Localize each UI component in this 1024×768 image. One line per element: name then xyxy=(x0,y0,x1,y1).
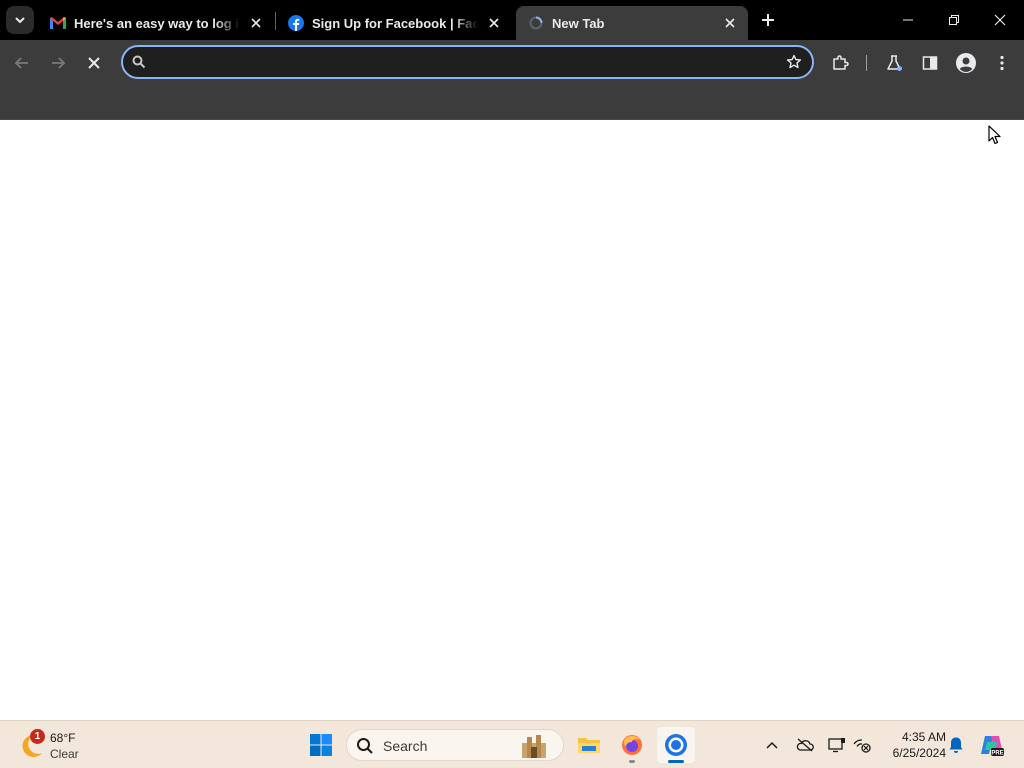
close-icon xyxy=(994,14,1006,26)
tab-title: New Tab xyxy=(552,15,605,31)
back-button[interactable] xyxy=(6,47,38,79)
chrome-taskbar-button[interactable] xyxy=(657,727,695,763)
windows-logo-icon xyxy=(310,734,332,756)
onedrive-icon xyxy=(796,738,814,752)
chevron-up-icon xyxy=(766,741,778,749)
notification-badge: 1 xyxy=(30,729,45,744)
file-explorer-taskbar-button[interactable] xyxy=(570,727,608,763)
taskbar: 1 68°F Clear Search 4:35 AM 6/25/2024 PR… xyxy=(0,720,1024,768)
svg-text:PRE: PRE xyxy=(991,751,1003,757)
clock-time: 4:35 AM xyxy=(901,730,946,744)
bookmarks-bar xyxy=(0,86,1024,120)
weather-condition: Clear xyxy=(50,747,79,761)
minimize-button[interactable] xyxy=(892,4,924,36)
arrow-right-icon xyxy=(52,57,66,69)
profile-button[interactable] xyxy=(950,47,982,79)
search-icon xyxy=(357,738,373,754)
network-icon xyxy=(853,739,871,753)
new-tab-button[interactable] xyxy=(756,8,780,32)
puzzle-icon xyxy=(833,55,849,70)
notification-bell-icon xyxy=(949,737,963,753)
onedrive-tray-button[interactable] xyxy=(793,733,817,757)
page-content xyxy=(0,121,1024,720)
firefox-icon xyxy=(622,735,642,755)
start-button[interactable] xyxy=(305,729,337,761)
side-panel-icon xyxy=(922,56,938,70)
menu-button[interactable] xyxy=(986,47,1018,79)
arrow-left-icon xyxy=(14,57,28,69)
close-window-button[interactable] xyxy=(984,4,1016,36)
chrome-newtab-icon xyxy=(528,15,544,31)
toolbar-divider xyxy=(866,55,867,71)
running-indicator xyxy=(629,760,635,763)
tab-gmail[interactable]: Here's an easy way to log into xyxy=(38,6,274,40)
tab-search-button[interactable] xyxy=(6,6,34,34)
clock-date: 6/25/2024 xyxy=(892,746,946,760)
gmail-icon xyxy=(50,15,66,31)
browser-toolbar xyxy=(0,40,1024,86)
close-tab-icon[interactable] xyxy=(720,13,740,33)
search-highlight-icon xyxy=(522,735,546,758)
firefox-taskbar-button[interactable] xyxy=(613,727,651,763)
close-tab-icon[interactable] xyxy=(484,13,504,33)
extensions-button[interactable] xyxy=(824,47,856,79)
restore-icon xyxy=(949,15,959,25)
copilot-icon: PRE xyxy=(981,736,1004,757)
forward-button[interactable] xyxy=(42,47,74,79)
tab-title: Here's an easy way to log into xyxy=(74,15,240,31)
tab-title: Sign Up for Facebook | Facebook xyxy=(312,15,478,31)
close-icon xyxy=(88,57,100,69)
flask-icon xyxy=(887,55,902,71)
chrome-labs-button[interactable] xyxy=(878,47,910,79)
chevron-down-icon xyxy=(15,17,25,24)
side-panel-button[interactable] xyxy=(914,47,946,79)
folder-icon xyxy=(578,738,600,753)
address-input[interactable] xyxy=(157,51,767,73)
display-tray-button[interactable] xyxy=(825,733,849,757)
stop-loading-button[interactable] xyxy=(78,47,110,79)
search-label: Search xyxy=(383,738,428,754)
network-tray-button[interactable] xyxy=(850,733,874,757)
address-bar[interactable] xyxy=(121,45,814,79)
facebook-icon xyxy=(288,15,304,31)
plus-icon xyxy=(762,14,774,26)
bookmark-star-icon[interactable] xyxy=(784,52,804,72)
mouse-cursor-icon xyxy=(988,125,1001,145)
display-icon xyxy=(828,738,845,753)
restore-button[interactable] xyxy=(938,4,970,36)
weather-widget[interactable]: 1 68°F Clear xyxy=(14,727,104,763)
chrome-icon xyxy=(665,734,687,756)
minimize-icon xyxy=(903,19,913,21)
tab-strip: Here's an easy way to log into Sign Up f… xyxy=(0,0,1024,40)
tab-facebook[interactable]: Sign Up for Facebook | Facebook xyxy=(276,6,512,40)
close-tab-icon[interactable] xyxy=(246,13,266,33)
system-clock[interactable]: 4:35 AM 6/25/2024 xyxy=(880,729,946,761)
taskbar-search[interactable]: Search xyxy=(346,729,564,761)
search-icon xyxy=(132,55,146,69)
more-vert-icon xyxy=(1000,55,1004,71)
copilot-button[interactable]: PRE xyxy=(978,733,1006,757)
avatar-icon xyxy=(956,53,976,73)
weather-temperature: 68°F xyxy=(50,731,76,745)
notifications-button[interactable] xyxy=(944,733,968,757)
active-indicator xyxy=(668,760,684,763)
show-hidden-icons-button[interactable] xyxy=(760,733,784,757)
tab-new-tab[interactable]: New Tab xyxy=(516,6,748,40)
